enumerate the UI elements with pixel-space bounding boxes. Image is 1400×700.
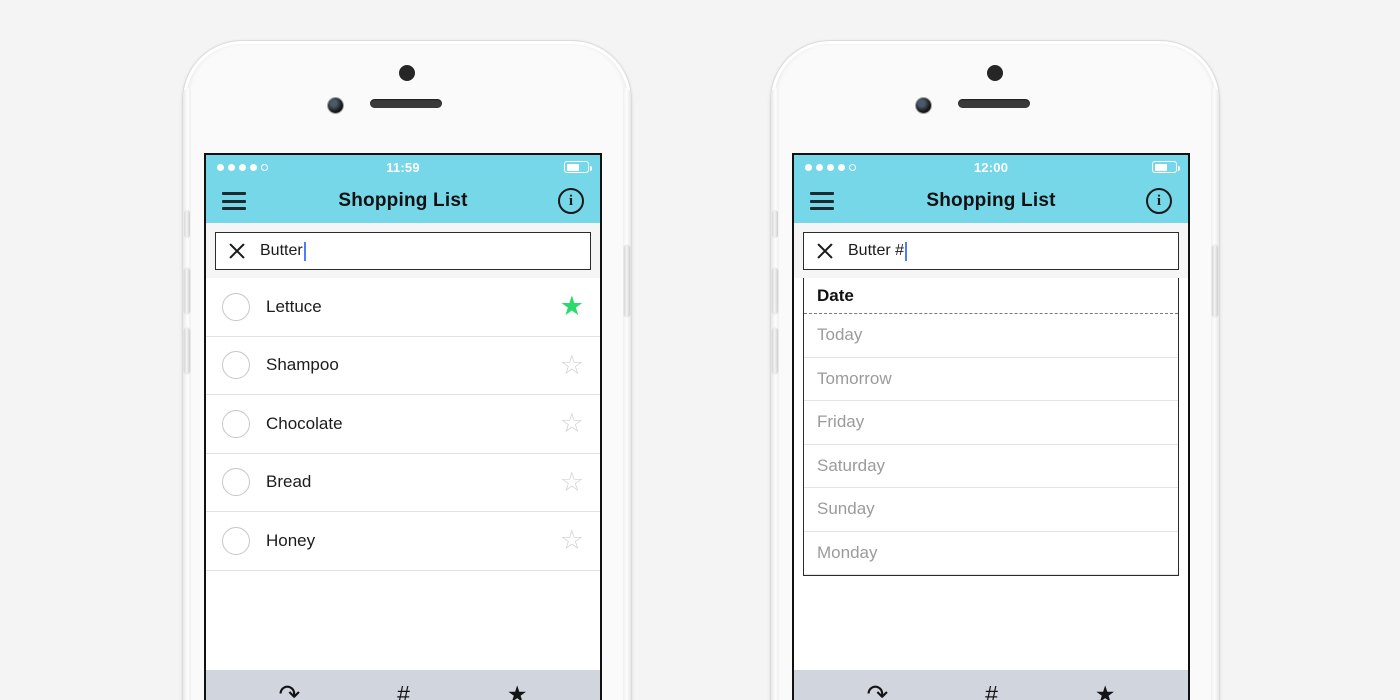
mute-switch[interactable] (184, 210, 190, 238)
keyboard-toolbar: ↷ # ★ (794, 674, 1188, 700)
page-title: Shopping List (338, 190, 468, 211)
phone-rim-right (1211, 88, 1219, 700)
status-clock: 11:59 (386, 159, 420, 175)
item-label: Shampoo (266, 355, 339, 375)
dropdown-item-friday[interactable]: Friday (804, 401, 1178, 445)
date-suggestion-dropdown: Date Today Tomorrow Friday Saturday Sund… (803, 278, 1179, 576)
on-screen-keyboard: ↷ # ★ q w e r t y u i o p (794, 670, 1188, 700)
close-x-icon[interactable] (816, 242, 834, 260)
shopping-list: Lettuce ★ Shampoo ☆ Chocolate ☆ Bread ☆ (206, 278, 600, 571)
power-button[interactable] (1212, 245, 1218, 317)
item-checkbox[interactable] (222, 292, 250, 321)
page-title: Shopping List (926, 190, 1056, 211)
item-label: Bread (266, 472, 312, 492)
dropdown-item-monday[interactable]: Monday (804, 532, 1178, 575)
list-item[interactable]: Honey ☆ (206, 512, 600, 571)
search-input-value: Butter # (848, 241, 908, 261)
phone-rim-right (623, 88, 631, 700)
star-icon[interactable]: ☆ (560, 351, 584, 379)
phone-screen-left: 11:59 Shopping List i Butter Lettuce ★ S… (204, 153, 602, 700)
volume-down-button[interactable] (184, 328, 190, 374)
proximity-sensor-icon (987, 65, 1003, 81)
hash-icon[interactable]: # (397, 682, 410, 700)
dropdown-item-today[interactable]: Today (804, 314, 1178, 358)
power-button[interactable] (624, 245, 630, 317)
star-icon[interactable]: ☆ (560, 468, 584, 496)
star-icon[interactable]: ★ (560, 293, 584, 320)
nav-bar: Shopping List i (794, 179, 1188, 223)
item-label: Chocolate (266, 413, 343, 433)
phone-device-right: 12:00 Shopping List i Butter # Date Toda… (770, 40, 1220, 700)
volume-up-button[interactable] (772, 268, 778, 314)
phone-rim-left (183, 88, 191, 700)
proximity-sensor-icon (399, 65, 415, 81)
list-item[interactable]: Chocolate ☆ (206, 395, 600, 454)
info-circle-icon[interactable]: i (558, 188, 584, 214)
status-bar: 12:00 (794, 155, 1188, 179)
item-checkbox[interactable] (222, 468, 250, 497)
search-area: Butter # (794, 223, 1188, 278)
phone-rim-left (771, 88, 779, 700)
star-icon[interactable]: ☆ (560, 410, 584, 437)
star-filled-icon[interactable]: ★ (1095, 682, 1116, 700)
hash-icon[interactable]: # (985, 682, 998, 700)
dropdown-item-saturday[interactable]: Saturday (804, 445, 1178, 488)
list-item[interactable]: Shampoo ☆ (206, 337, 600, 395)
phone-screen-right: 12:00 Shopping List i Butter # Date Toda… (792, 153, 1190, 700)
search-area: Butter (206, 223, 600, 278)
text-caret (303, 241, 306, 261)
dropdown-item-sunday[interactable]: Sunday (804, 488, 1178, 532)
list-item[interactable]: Lettuce ★ (206, 278, 600, 337)
item-checkbox[interactable] (222, 526, 250, 555)
text-caret (905, 241, 908, 261)
nav-bar: Shopping List i (206, 179, 600, 223)
star-icon[interactable]: ☆ (560, 527, 584, 554)
search-input[interactable]: Butter (215, 232, 591, 270)
stage: 11:59 Shopping List i Butter Lettuce ★ S… (0, 0, 1400, 700)
front-camera-icon (916, 98, 931, 113)
item-checkbox[interactable] (222, 351, 250, 380)
earpiece-speaker (958, 99, 1030, 108)
volume-up-button[interactable] (184, 268, 190, 314)
search-input-value: Butter (260, 241, 306, 261)
return-arrow-icon[interactable]: ↷ (866, 681, 888, 700)
keyboard-toolbar: ↷ # ★ (206, 674, 600, 700)
earpiece-speaker (370, 99, 442, 108)
item-label: Lettuce (266, 296, 322, 316)
mute-switch[interactable] (772, 210, 778, 238)
volume-down-button[interactable] (772, 328, 778, 374)
battery-icon (564, 161, 592, 173)
battery-icon (1152, 161, 1180, 173)
search-input[interactable]: Butter # (803, 232, 1179, 270)
item-label: Honey (266, 530, 316, 550)
info-circle-icon[interactable]: i (1146, 188, 1172, 214)
phone-device-left: 11:59 Shopping List i Butter Lettuce ★ S… (182, 40, 632, 700)
close-x-icon[interactable] (228, 242, 246, 260)
dropdown-header: Date (804, 278, 1178, 314)
dropdown-item-tomorrow[interactable]: Tomorrow (804, 358, 1178, 401)
on-screen-keyboard: ↷ # ★ q w e r t y u i o p (206, 670, 600, 700)
star-filled-icon[interactable]: ★ (507, 682, 528, 700)
item-checkbox[interactable] (222, 409, 250, 438)
front-camera-icon (328, 98, 343, 113)
status-bar: 11:59 (206, 155, 600, 179)
list-item[interactable]: Bread ☆ (206, 454, 600, 512)
status-clock: 12:00 (973, 159, 1009, 175)
return-arrow-icon[interactable]: ↷ (278, 681, 300, 700)
